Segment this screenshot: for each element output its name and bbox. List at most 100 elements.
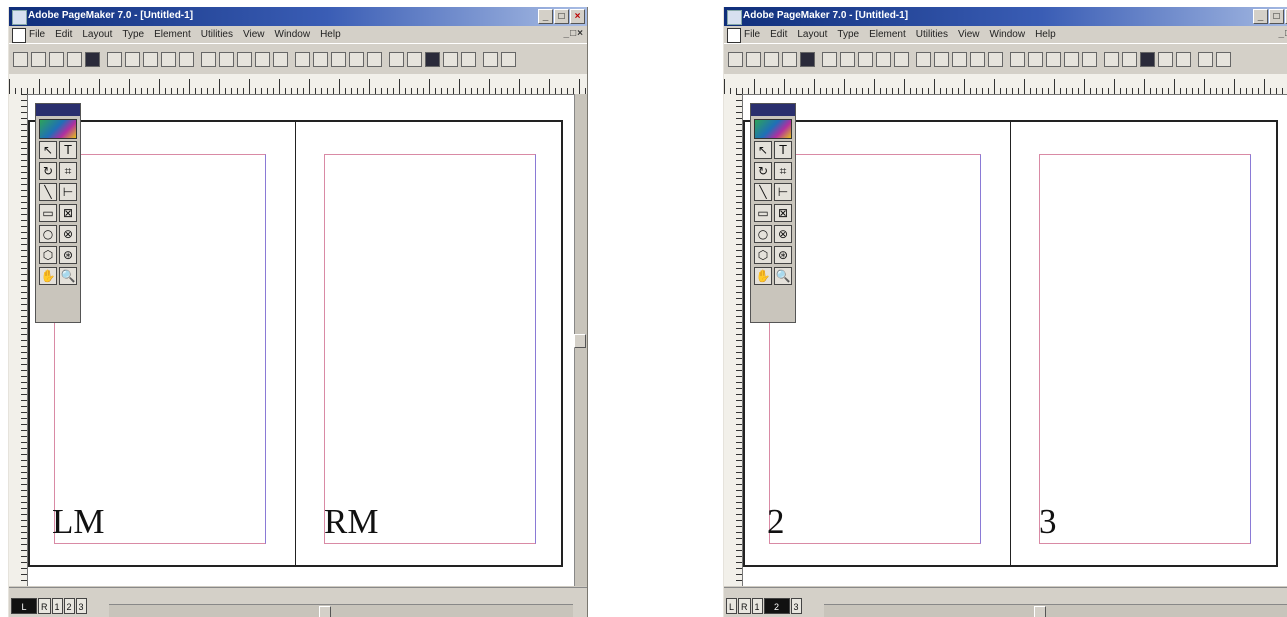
- color-icon[interactable]: [1158, 52, 1173, 67]
- close-button[interactable]: ×: [570, 9, 585, 24]
- page-1-icon[interactable]: 1: [51, 598, 63, 614]
- hand-tool-icon[interactable]: ✋: [754, 267, 772, 285]
- color-swatch-icon[interactable]: [754, 119, 792, 139]
- page-right[interactable]: RM: [295, 120, 563, 567]
- align-center-icon[interactable]: [970, 52, 985, 67]
- doc-minimize-button[interactable]: _: [1279, 28, 1285, 39]
- print-icon[interactable]: [782, 52, 797, 67]
- web-icon[interactable]: [1176, 52, 1191, 67]
- indent-icon[interactable]: [219, 52, 234, 67]
- vertical-ruler[interactable]: [724, 94, 743, 586]
- ellipse-frame-tool-icon[interactable]: ⊗: [59, 225, 77, 243]
- story-editor-icon[interactable]: [858, 52, 873, 67]
- pasteboard[interactable]: LM RM: [28, 95, 576, 586]
- horizontal-ruler[interactable]: [724, 74, 1287, 95]
- doc-restore-button[interactable]: □: [570, 28, 576, 39]
- align-right-icon[interactable]: [988, 52, 1003, 67]
- spelling-icon[interactable]: [161, 52, 176, 67]
- text-tool-icon[interactable]: T: [59, 141, 77, 159]
- indent-icon[interactable]: [934, 52, 949, 67]
- horizontal-ruler[interactable]: [9, 74, 587, 95]
- hand-tool-icon[interactable]: ✋: [39, 267, 57, 285]
- master-page-right-icon[interactable]: R: [738, 598, 751, 614]
- story-editor-icon[interactable]: [143, 52, 158, 67]
- group-icon[interactable]: [313, 52, 328, 67]
- master-page-icon[interactable]: L: [726, 598, 738, 614]
- menu-view[interactable]: View: [958, 27, 980, 42]
- menu-element[interactable]: Element: [869, 27, 906, 42]
- place-icon[interactable]: [179, 52, 194, 67]
- unlock-icon[interactable]: [1082, 52, 1097, 67]
- rectangle-frame-tool-icon[interactable]: ⊠: [59, 204, 77, 222]
- group-icon[interactable]: [1028, 52, 1043, 67]
- ellipse-tool-icon[interactable]: ○: [754, 225, 772, 243]
- align-left-icon[interactable]: [952, 52, 967, 67]
- constrained-line-tool-icon[interactable]: ⊢: [774, 183, 792, 201]
- zoom-in-icon[interactable]: [483, 52, 498, 67]
- rotate-tool-icon[interactable]: ↻: [39, 162, 57, 180]
- export-icon[interactable]: [1122, 52, 1137, 67]
- page-3-icon[interactable]: 3: [790, 598, 802, 614]
- scroll-thumb[interactable]: [319, 606, 331, 617]
- new-document-icon[interactable]: [728, 52, 743, 67]
- menu-view[interactable]: View: [243, 27, 265, 42]
- unlock-icon[interactable]: [367, 52, 382, 67]
- zoom-out-icon[interactable]: [1216, 52, 1231, 67]
- character-spec-icon[interactable]: [822, 52, 837, 67]
- menu-window[interactable]: Window: [275, 27, 311, 42]
- page-right[interactable]: 3: [1010, 120, 1278, 567]
- minimize-button[interactable]: _: [1253, 9, 1268, 24]
- menu-file[interactable]: File: [29, 27, 45, 42]
- export-icon[interactable]: [407, 52, 422, 67]
- place-icon[interactable]: [894, 52, 909, 67]
- page-1-icon[interactable]: 1: [751, 598, 763, 614]
- ungroup-icon[interactable]: [331, 52, 346, 67]
- page-2-icon[interactable]: 2: [63, 598, 75, 614]
- maximize-button[interactable]: □: [1269, 9, 1284, 24]
- menu-utilities[interactable]: Utilities: [916, 27, 948, 42]
- paragraph-spec-icon[interactable]: [840, 52, 855, 67]
- print-icon[interactable]: [67, 52, 82, 67]
- bullets-icon[interactable]: [201, 52, 216, 67]
- text-wrap-icon[interactable]: [1010, 52, 1025, 67]
- horizontal-scrollbar[interactable]: [824, 604, 1287, 617]
- ellipse-frame-tool-icon[interactable]: ⊗: [774, 225, 792, 243]
- crop-tool-icon[interactable]: ⌗: [59, 162, 77, 180]
- page-3-icon[interactable]: 3: [75, 598, 87, 614]
- hyperlink-icon[interactable]: [389, 52, 404, 67]
- title-bar[interactable]: Adobe PageMaker 7.0 - [Untitled-1] _ □ ×: [724, 7, 1287, 26]
- menu-help[interactable]: Help: [1035, 27, 1056, 42]
- find-icon[interactable]: [85, 52, 100, 67]
- text-tool-icon[interactable]: T: [774, 141, 792, 159]
- menu-element[interactable]: Element: [154, 27, 191, 42]
- toolbox-title-bar[interactable]: [36, 104, 80, 116]
- save-icon[interactable]: [49, 52, 64, 67]
- rectangle-tool-icon[interactable]: ▭: [754, 204, 772, 222]
- menu-type[interactable]: Type: [122, 27, 144, 42]
- polygon-tool-icon[interactable]: ⬡: [39, 246, 57, 264]
- menu-layout[interactable]: Layout: [797, 27, 827, 42]
- color-icon[interactable]: [443, 52, 458, 67]
- zoom-out-icon[interactable]: [501, 52, 516, 67]
- lock-icon[interactable]: [1064, 52, 1079, 67]
- text-wrap-icon[interactable]: [295, 52, 310, 67]
- pointer-tool-icon[interactable]: ↖: [39, 141, 57, 159]
- document-icon[interactable]: [727, 28, 741, 43]
- rectangle-tool-icon[interactable]: ▭: [39, 204, 57, 222]
- menu-help[interactable]: Help: [320, 27, 341, 42]
- polygon-frame-tool-icon[interactable]: ⊛: [774, 246, 792, 264]
- crop-tool-icon[interactable]: ⌗: [774, 162, 792, 180]
- paragraph-spec-icon[interactable]: [125, 52, 140, 67]
- app-icon[interactable]: [12, 10, 27, 25]
- scroll-thumb[interactable]: [1034, 606, 1046, 617]
- ellipse-tool-icon[interactable]: ○: [39, 225, 57, 243]
- polygon-frame-tool-icon[interactable]: ⊛: [59, 246, 77, 264]
- web-icon[interactable]: [461, 52, 476, 67]
- polygon-tool-icon[interactable]: ⬡: [754, 246, 772, 264]
- character-spec-icon[interactable]: [107, 52, 122, 67]
- menu-edit[interactable]: Edit: [55, 27, 72, 42]
- doc-minimize-button[interactable]: _: [564, 28, 570, 39]
- pdf-icon[interactable]: [1140, 52, 1155, 67]
- hyperlink-icon[interactable]: [1104, 52, 1119, 67]
- vertical-ruler[interactable]: [9, 94, 28, 586]
